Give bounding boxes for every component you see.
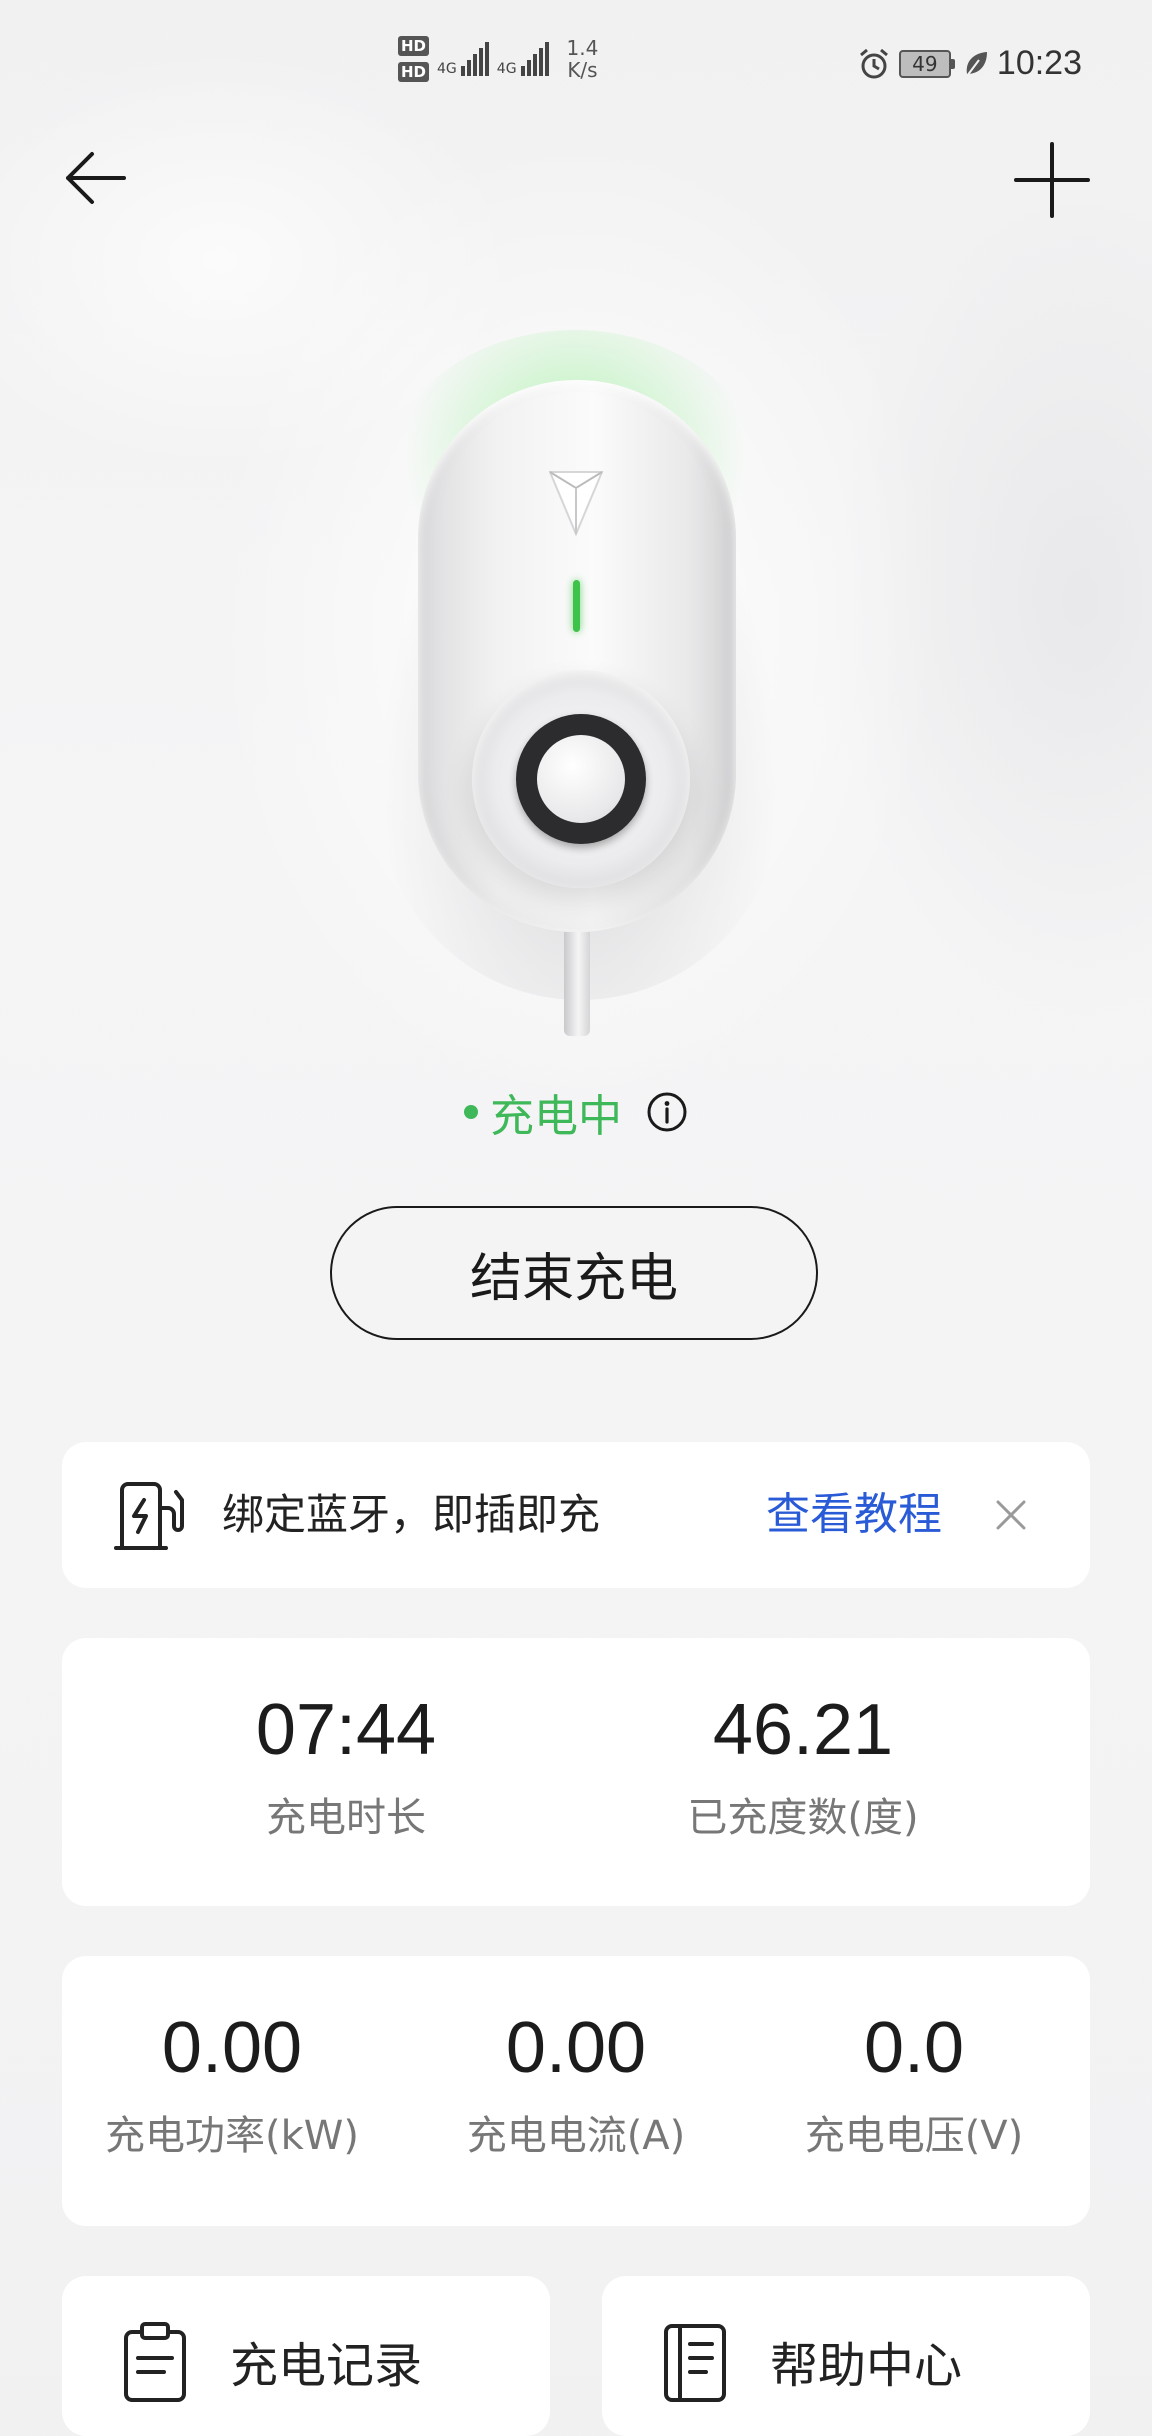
- charging-metrics-card: 0.00 充电功率(kW) 0.00 充电电流(A) 0.0 充电电压(V): [62, 1956, 1090, 2226]
- bluetooth-banner-text: 绑定蓝牙，即插即充: [222, 1490, 601, 1539]
- charger-cable: [564, 932, 590, 1036]
- view-tutorial-link[interactable]: 查看教程: [766, 1442, 942, 1588]
- status-dot: [464, 1105, 478, 1119]
- help-center-label: 帮助中心: [770, 2338, 963, 2394]
- charger-socket-button: [537, 735, 625, 823]
- bluetooth-banner: 绑定蓝牙，即插即充 查看教程: [62, 1442, 1090, 1588]
- charging-current: 0.00 充电电流(A): [426, 1956, 726, 2158]
- charging-status: 充电中: [0, 1080, 1152, 1144]
- brand-logo-icon: [548, 471, 604, 537]
- charging-voltage-label: 充电电压(V): [804, 2113, 1024, 2159]
- charged-energy: 46.21 已充度数(度): [516, 1638, 1090, 1840]
- document-icon: [664, 2324, 726, 2402]
- charged-energy-value: 46.21: [712, 1690, 894, 1770]
- charged-energy-label: 已充度数(度): [687, 1795, 919, 1841]
- clipboard-icon: [124, 2322, 186, 2402]
- charging-records-label: 充电记录: [230, 2338, 423, 2394]
- charging-voltage: 0.0 充电电压(V): [764, 1956, 1064, 2158]
- end-charging-button[interactable]: 结束充电: [330, 1206, 818, 1340]
- status-text: 充电中: [490, 1091, 622, 1142]
- charging-led: [573, 580, 580, 632]
- charging-power-value: 0.00: [161, 2008, 303, 2088]
- charger-illustration: [0, 0, 1152, 1060]
- info-icon[interactable]: [646, 1091, 688, 1133]
- charger-plug-icon: [114, 1482, 184, 1550]
- charging-summary-card: 07:44 充电时长 46.21 已充度数(度): [62, 1638, 1090, 1906]
- charging-power: 0.00 充电功率(kW): [82, 1956, 382, 2158]
- charging-records-card[interactable]: 充电记录: [62, 2276, 550, 2436]
- help-center-card[interactable]: 帮助中心: [602, 2276, 1090, 2436]
- charging-current-label: 充电电流(A): [466, 2113, 686, 2159]
- charging-voltage-value: 0.0: [863, 2008, 965, 2088]
- charging-current-value: 0.00: [505, 2008, 647, 2088]
- charging-power-label: 充电功率(kW): [105, 2113, 359, 2159]
- close-icon[interactable]: [990, 1494, 1032, 1536]
